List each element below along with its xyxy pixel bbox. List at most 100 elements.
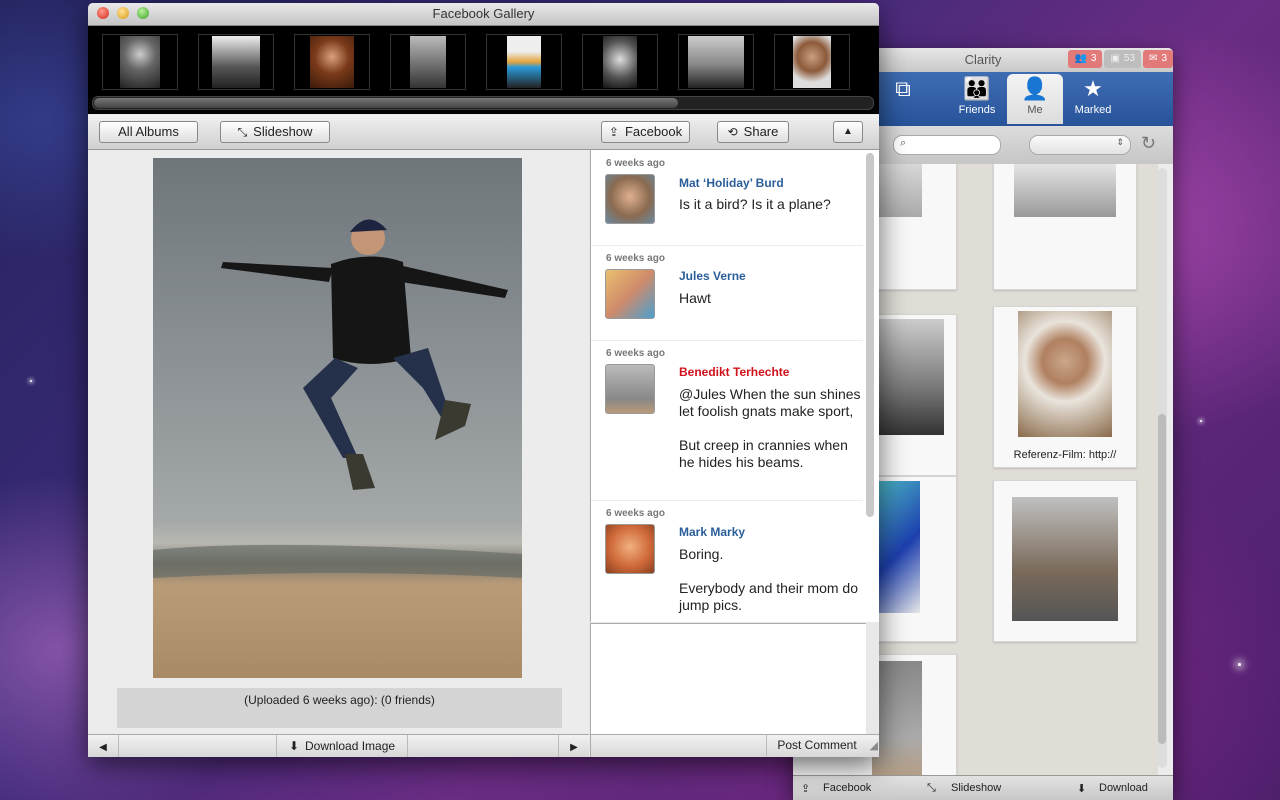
filter-select[interactable]: ⇕ [1029, 135, 1131, 155]
gallery-toolbar: All Albums ⤡ Slideshow ⇪ Facebook ⟲ Share ▲ [88, 115, 879, 150]
photo-tile[interactable]: Referenz-Film: http:// [993, 306, 1137, 468]
avatar[interactable] [605, 524, 655, 574]
filmstrip-thumbnail[interactable] [678, 34, 754, 90]
comment-author-highlighted[interactable]: Benedikt Terhechte [679, 365, 789, 379]
chevron-updown-icon: ⇕ [1116, 137, 1124, 147]
window-titlebar: Facebook Gallery [88, 3, 879, 26]
comment-time: 6 weeks ago [606, 348, 665, 359]
tab-friends[interactable]: 👪 Friends [949, 74, 1005, 124]
photos-icon: ▣ [1110, 53, 1120, 64]
search-input[interactable]: ⌕ [893, 135, 1001, 155]
thumbnail-image [410, 36, 446, 88]
comment-icon: ✉ [1149, 53, 1158, 64]
comment-time: 6 weeks ago [606, 253, 665, 264]
collapse-button[interactable]: ▲ [833, 121, 863, 143]
friends-icon: 👪 [963, 76, 991, 101]
filmstrip-thumbnail[interactable] [198, 34, 274, 90]
thumbnail-image [212, 36, 260, 88]
filmstrip-thumbnail[interactable] [390, 34, 466, 90]
comment-item: 6 weeks ago Mat ‘Holiday’ Burd Is it a b… [591, 150, 863, 246]
image-viewer: (Uploaded 6 weeks ago): (0 friends) [88, 150, 589, 733]
compose-bar: Post Comment ◢ [590, 734, 879, 757]
image-nav-bar: ◀ ⬇ Download Image ▶ [88, 734, 589, 757]
person-icon: 👤 [1021, 76, 1049, 101]
arrow-right-icon: ▶ [570, 742, 578, 753]
clarity-bottom-bar: ⇪ Facebook ⤡ Slideshow ⬇ Download [793, 775, 1173, 800]
badge-count: 3 [1161, 53, 1167, 64]
filmstrip-thumbnail[interactable] [294, 34, 370, 90]
desktop-star [1238, 663, 1241, 666]
comment-author[interactable]: Jules Verne [679, 269, 746, 283]
comment-item: 6 weeks ago Benedikt Terhechte @Jules Wh… [591, 340, 863, 501]
next-button[interactable]: ▶ [558, 735, 589, 757]
comment-input[interactable] [590, 623, 866, 734]
expand-icon: ⤡ [237, 125, 248, 139]
previous-button[interactable]: ◀ [88, 735, 119, 757]
main-photo[interactable] [153, 158, 522, 678]
thumbnail-image [688, 36, 744, 88]
all-albums-button[interactable]: All Albums [99, 121, 198, 143]
filmstrip-thumbnail[interactable] [486, 34, 562, 90]
star-icon: ★ [1083, 76, 1103, 101]
zoom-button[interactable] [137, 7, 149, 19]
thumbnail-image [793, 36, 831, 88]
share-icon: ⇪ [801, 783, 811, 795]
avatar[interactable] [605, 269, 655, 319]
messages-badge[interactable]: ✉ 3 [1143, 50, 1173, 68]
post-comment-button[interactable]: Post Comment [766, 735, 867, 756]
scrollbar-thumb[interactable] [1158, 414, 1166, 744]
filmstrip-scrollbar[interactable] [92, 96, 874, 110]
scrollbar-knob[interactable] [94, 98, 678, 108]
friend-requests-badge[interactable]: 👥 3 [1068, 50, 1103, 68]
comments-scrollbar[interactable] [866, 153, 874, 517]
comment-author[interactable]: Mark Marky [679, 525, 745, 539]
slideshow-action[interactable]: Slideshow [951, 782, 1001, 794]
photo-thumbnail [872, 481, 920, 613]
comments-list: 6 weeks ago Mat ‘Holiday’ Burd Is it a b… [590, 150, 879, 622]
facebook-action[interactable]: Facebook [823, 782, 871, 794]
thumbnail-image [603, 36, 637, 88]
window-title: Facebook Gallery [432, 6, 535, 21]
photos-badge[interactable]: ▣ 53 [1104, 50, 1142, 68]
comment-author[interactable]: Mat ‘Holiday’ Burd [679, 176, 784, 190]
photo-tile[interactable] [993, 480, 1137, 642]
slideshow-button[interactable]: ⤡ Slideshow [220, 121, 330, 143]
tab-label: Marked [1074, 104, 1112, 116]
photo-thumbnail [872, 319, 944, 435]
tab-me[interactable]: 👤 Me [1007, 74, 1063, 124]
share-button[interactable]: ⟲ Share [717, 121, 789, 143]
download-image-button[interactable]: ⬇ Download Image [276, 735, 408, 757]
avatar[interactable] [605, 364, 655, 414]
thumbnail-image [507, 36, 541, 88]
expand-icon: ⤡ [927, 782, 936, 794]
clarity-scrollbar[interactable] [1157, 168, 1167, 768]
share-label: Share [743, 124, 779, 139]
thumbnail-image [120, 36, 160, 88]
albums-button[interactable]: ⧉ [875, 74, 931, 124]
filmstrip-thumbnail[interactable] [582, 34, 658, 90]
avatar[interactable] [605, 174, 655, 224]
resize-grip-icon[interactable]: ◢ [870, 739, 878, 752]
tab-marked[interactable]: ★ Marked [1065, 74, 1121, 124]
close-button[interactable] [97, 7, 109, 19]
download-icon: ⬇ [1077, 783, 1087, 795]
photo-tile[interactable] [993, 164, 1137, 290]
facebook-button[interactable]: ⇪ Facebook [601, 121, 690, 143]
refresh-icon[interactable]: ↻ [1141, 133, 1156, 154]
comment-time: 6 weeks ago [606, 508, 665, 519]
tab-label: Friends [958, 104, 996, 116]
photo-thumbnail [872, 661, 922, 776]
filmstrip-thumbnail[interactable] [102, 34, 178, 90]
friends-icon: 👥 [1074, 53, 1087, 64]
download-action[interactable]: Download [1099, 782, 1148, 794]
badge-count: 53 [1123, 53, 1136, 64]
comment-item: 6 weeks ago Mark Marky Boring. Everybody… [591, 500, 863, 622]
tab-label: Me [1027, 104, 1043, 116]
albums-icon: ⧉ [895, 76, 911, 101]
thumbnail-image [310, 36, 354, 88]
clarity-title: Clarity [964, 52, 1002, 67]
arrow-left-icon: ◀ [99, 742, 107, 753]
minimize-button[interactable] [117, 7, 129, 19]
filmstrip-thumbnail[interactable] [774, 34, 850, 90]
notification-badges: 👥 3 ▣ 53 ✉ 3 [1068, 50, 1173, 68]
